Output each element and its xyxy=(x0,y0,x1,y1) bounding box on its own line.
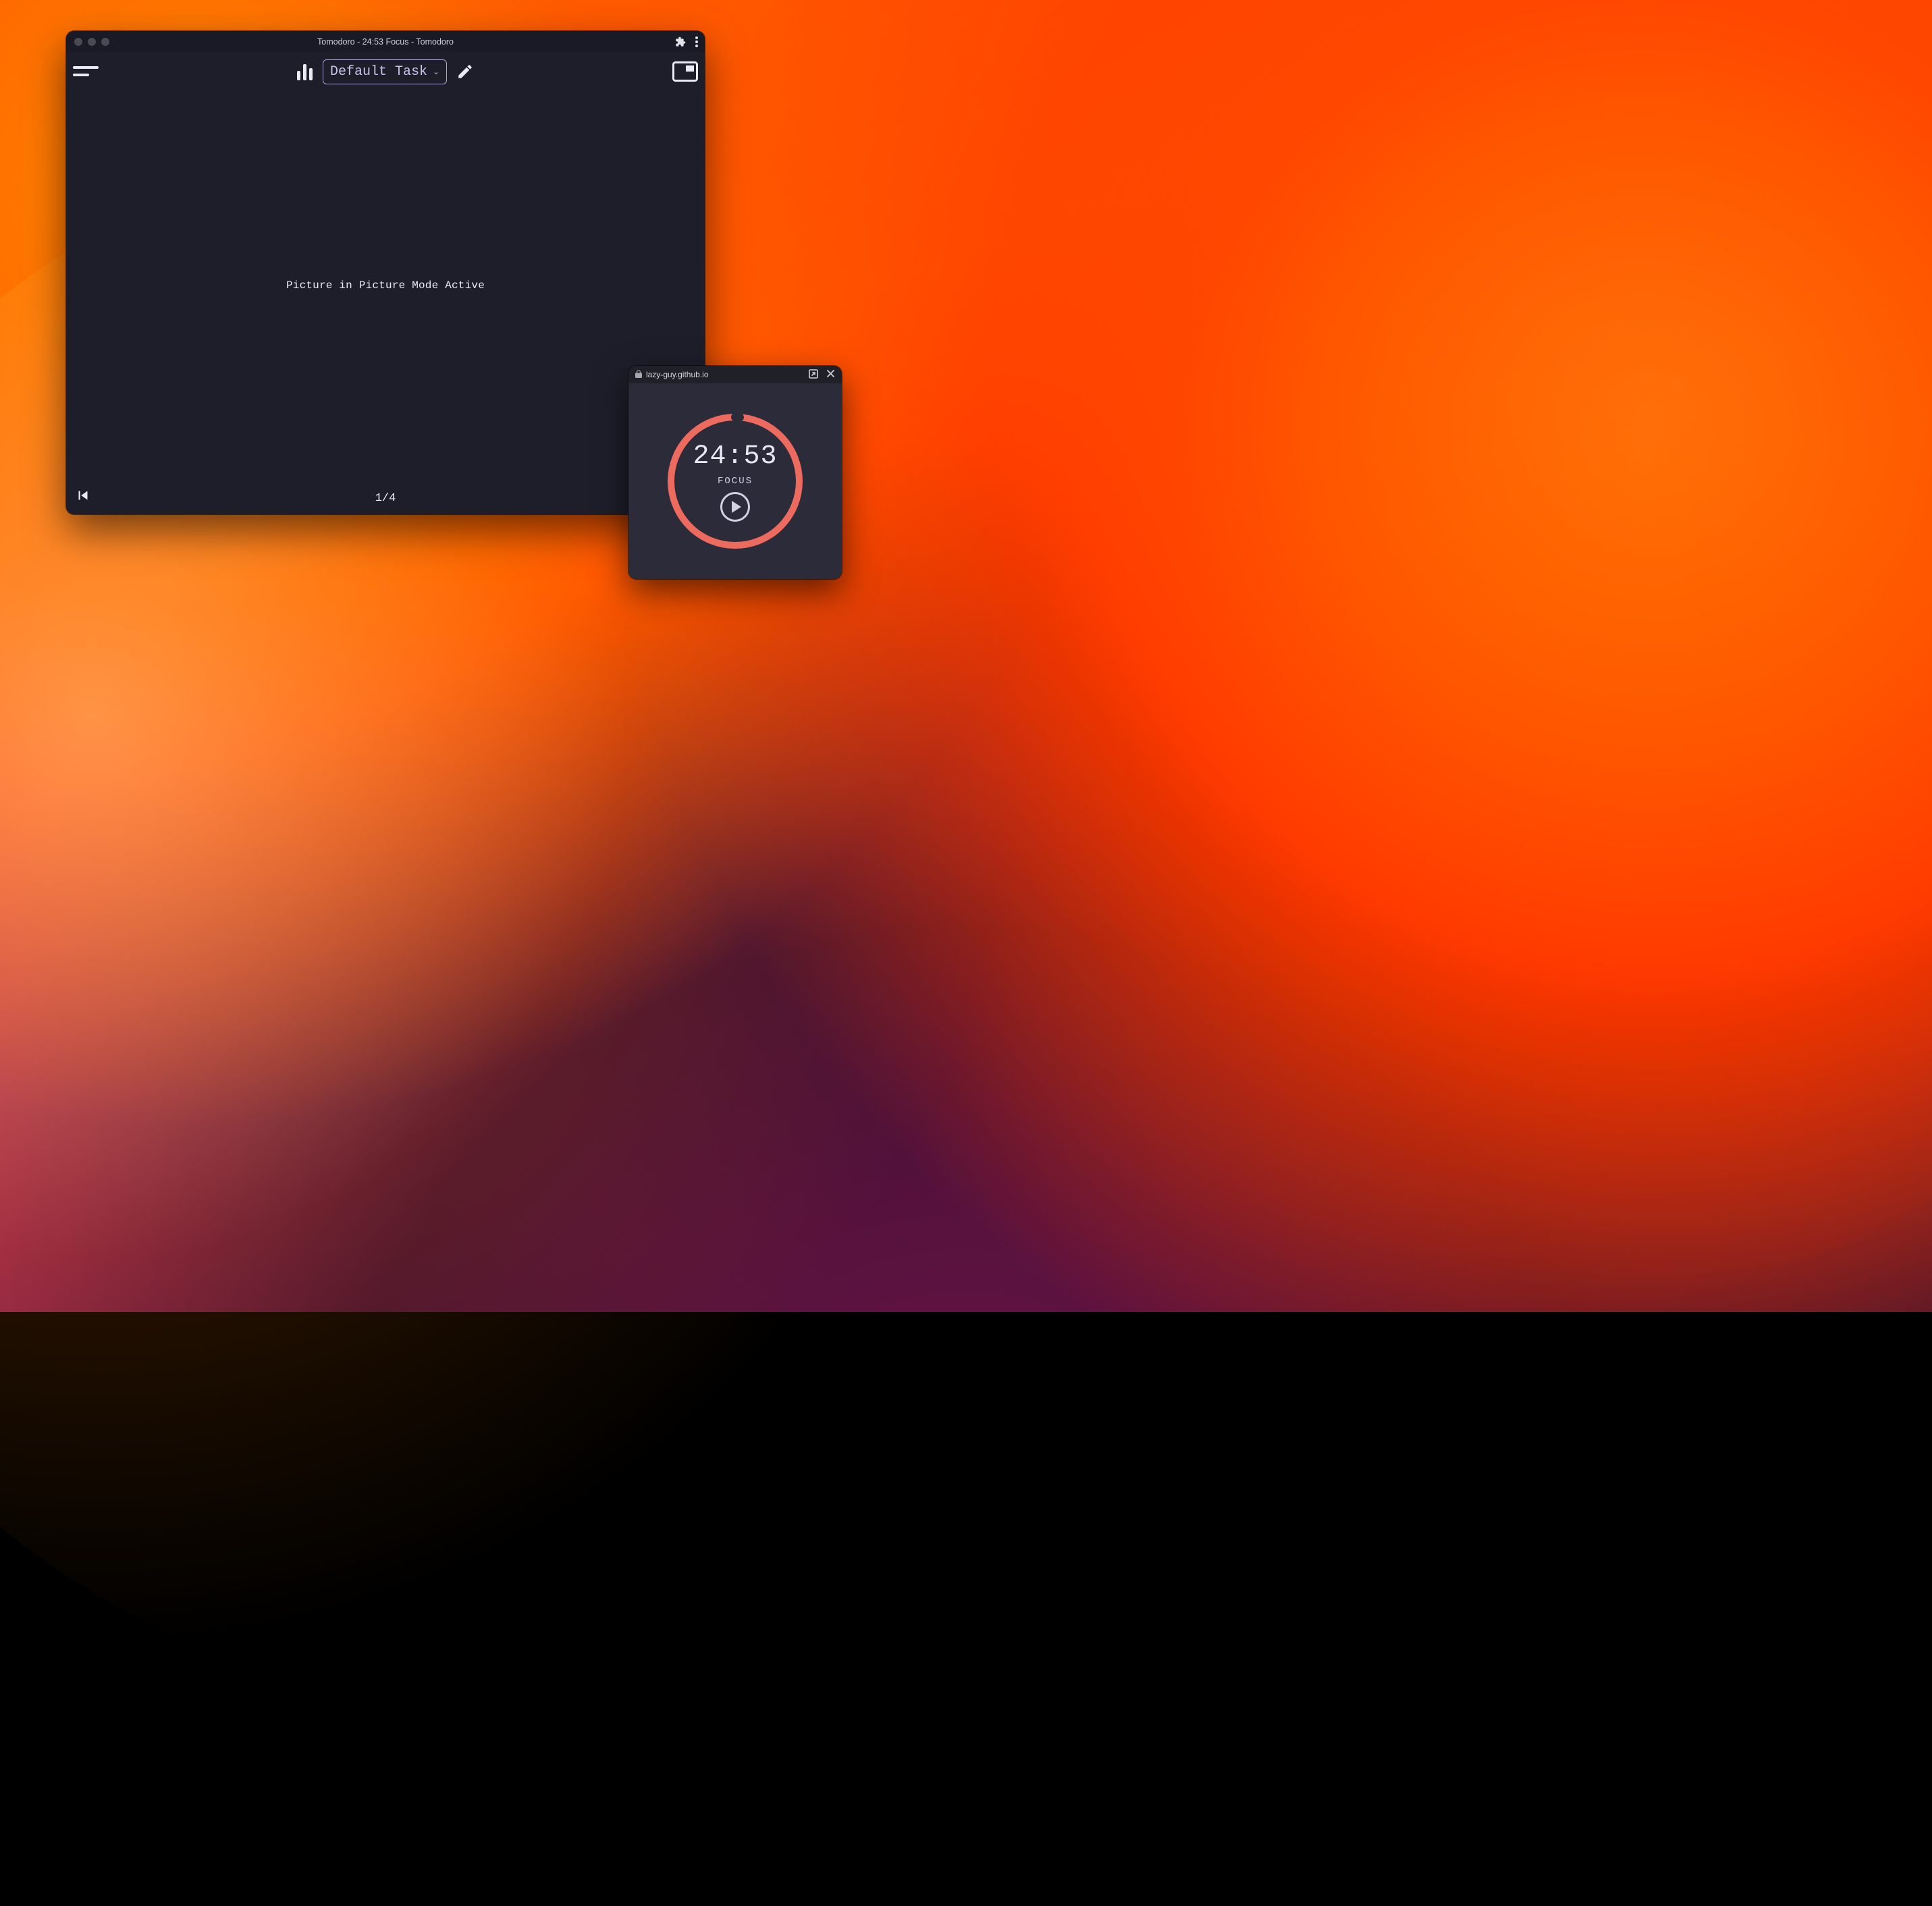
pip-titlebar: lazy-guy.github.io xyxy=(628,366,842,383)
task-dropdown-label: Default Task xyxy=(330,64,427,80)
chevron-down-icon: ⌄ xyxy=(433,67,439,77)
window-traffic-lights[interactable] xyxy=(74,38,109,46)
pip-toggle-icon[interactable] xyxy=(672,61,698,82)
timer-mode: FOCUS xyxy=(718,476,753,487)
app-toolbar: Default Task ⌄ xyxy=(66,53,705,90)
stats-icon[interactable] xyxy=(297,63,313,80)
window-title: Tomodoro - 24:53 Focus - Tomodoro xyxy=(66,37,705,47)
timer-ring: 24:53 FOCUS xyxy=(664,410,806,552)
close-icon[interactable] xyxy=(826,369,835,380)
minimize-dot[interactable] xyxy=(88,38,96,46)
timer-time: 24:53 xyxy=(693,441,777,472)
kebab-menu-icon[interactable] xyxy=(695,36,698,47)
play-icon xyxy=(732,501,741,513)
main-content: Picture in Picture Mode Active xyxy=(66,90,705,481)
app-footer: 1/4 xyxy=(66,481,705,514)
window-titlebar: Tomodoro - 24:53 Focus - Tomodoro xyxy=(66,31,705,53)
play-button[interactable] xyxy=(720,492,750,522)
pip-active-message: Picture in Picture Mode Active xyxy=(286,279,485,292)
pip-body: 24:53 FOCUS xyxy=(628,383,842,579)
return-to-tab-icon[interactable] xyxy=(809,369,818,381)
hamburger-menu-icon[interactable] xyxy=(73,65,99,78)
close-dot[interactable] xyxy=(74,38,82,46)
app-window: Tomodoro - 24:53 Focus - Tomodoro xyxy=(66,31,705,514)
task-dropdown[interactable]: Default Task ⌄ xyxy=(323,59,447,84)
pip-window: lazy-guy.github.io 24:53 FOCUS xyxy=(628,366,842,579)
pip-domain: lazy-guy.github.io xyxy=(646,370,709,379)
lock-icon xyxy=(635,370,642,380)
edit-icon[interactable] xyxy=(456,63,474,80)
zoom-dot[interactable] xyxy=(101,38,109,46)
extensions-icon[interactable] xyxy=(675,36,686,47)
previous-button[interactable] xyxy=(74,487,92,504)
cycle-counter: 1/4 xyxy=(66,492,705,505)
